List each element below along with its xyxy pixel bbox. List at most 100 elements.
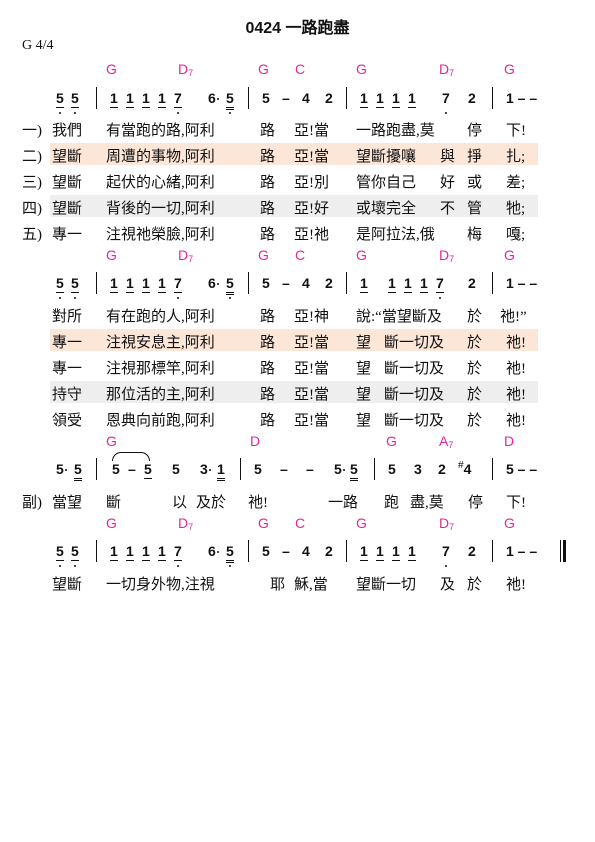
chord: G bbox=[258, 247, 269, 263]
chord: A7 bbox=[439, 433, 454, 450]
lyric-segment: 望斷 bbox=[52, 149, 83, 165]
barline bbox=[374, 458, 375, 480]
chord: C bbox=[295, 61, 306, 77]
chord: G bbox=[356, 61, 367, 77]
lyric-segment: 牠; bbox=[506, 201, 526, 217]
chord: G bbox=[258, 515, 269, 531]
chord: C bbox=[295, 247, 306, 263]
barline bbox=[96, 87, 97, 109]
chord: G bbox=[106, 515, 117, 531]
lyric-segment: 停 bbox=[467, 123, 483, 139]
lyric-segment: 領受 bbox=[52, 413, 83, 429]
note: 5 bbox=[74, 460, 82, 481]
lyric-line-verse-1: 一) 我們 有當跑的路,阿利 路 亞!當 一路跑盡,莫 停 下! bbox=[0, 119, 595, 141]
lyric-segment: 嘎; bbox=[506, 227, 526, 243]
chord: G bbox=[106, 247, 117, 263]
note: 1 – – bbox=[506, 543, 538, 559]
note: 1 bbox=[420, 275, 428, 293]
lyric-segment: 路 bbox=[260, 227, 276, 243]
verse-label: 一) bbox=[22, 123, 42, 139]
note: 1 bbox=[126, 543, 134, 561]
chord: D bbox=[250, 433, 261, 449]
lyric-segment: 亞!當 bbox=[294, 149, 329, 165]
note: 1 – – bbox=[506, 275, 538, 291]
barline bbox=[96, 540, 97, 562]
lyric-segment: 祂! bbox=[506, 577, 526, 593]
note: 5 bbox=[226, 89, 234, 114]
note: 7 bbox=[442, 90, 450, 114]
lyric-segment: 望斷 bbox=[52, 577, 83, 593]
chord: D7 bbox=[178, 247, 194, 264]
lyric-segment: 路 bbox=[260, 309, 276, 325]
note: – bbox=[280, 461, 288, 477]
lyric-segment: 路 bbox=[260, 123, 276, 139]
note: 5 bbox=[262, 275, 270, 291]
lyric-segment: 於 bbox=[467, 335, 483, 351]
lyric-segment: 祂! bbox=[506, 335, 526, 351]
lyric-segment: 亞!當 bbox=[294, 123, 329, 139]
lyric-segment: 亞!別 bbox=[294, 175, 329, 191]
note: 5 bbox=[71, 275, 79, 299]
lyric-segment: 有當跑的路,阿利 bbox=[106, 123, 215, 139]
lyric-segment: 亞!神 bbox=[294, 309, 329, 325]
lyric-segment: 當望 bbox=[52, 495, 83, 511]
lyric-segment: 亞!當 bbox=[294, 387, 329, 403]
barline bbox=[492, 540, 493, 562]
lyric-segment: 專一 bbox=[52, 227, 83, 243]
lyric-segment: 望斷一切 bbox=[356, 577, 417, 593]
lyric-segment: 梅 bbox=[467, 227, 483, 243]
lyric-segment: 不 bbox=[440, 201, 456, 217]
note: 7 bbox=[174, 275, 182, 299]
lyric-line-refrain-2: 專一 注視安息主,阿利 路 亞!當 望 斷一切及 於 祂! bbox=[0, 329, 595, 353]
lyric-segment: 跑 bbox=[384, 495, 400, 511]
lyric-segment: 說:“當望斷及 bbox=[356, 309, 442, 325]
note: 1 bbox=[158, 275, 166, 293]
note: – bbox=[306, 461, 314, 477]
verse-label: 五) bbox=[22, 227, 42, 243]
note: 3 bbox=[200, 461, 211, 477]
lyric-line-verse-5: 五) 專一 注視祂榮臉,阿利 路 亞!祂 是阿拉法,俄 梅 嘎; bbox=[0, 223, 595, 245]
lyric-segment: 我們 bbox=[52, 123, 83, 139]
note: 1 bbox=[126, 90, 134, 108]
lyric-segment: 祂! bbox=[248, 495, 268, 511]
lyric-segment: 持守 bbox=[52, 387, 83, 403]
lyric-segment: 亞!當 bbox=[294, 361, 329, 377]
chord: D7 bbox=[439, 61, 455, 78]
lyric-segment: 對所 bbox=[52, 309, 83, 325]
note: 5 bbox=[226, 274, 234, 299]
note: 1 bbox=[360, 275, 368, 293]
chord: G bbox=[504, 61, 515, 77]
note: 2 bbox=[468, 90, 476, 106]
note: 1 – – bbox=[506, 90, 538, 106]
note: 1 bbox=[408, 543, 416, 561]
lyric-segment: 祂!” bbox=[500, 309, 527, 325]
note: 4 bbox=[302, 275, 310, 291]
note: 1 bbox=[142, 90, 150, 108]
lyric-line-verse-2: 二) 望斷 周遭的事物,阿利 路 亞!當 望斷擾嚷 與 掙 扎; bbox=[0, 143, 595, 167]
lyric-segment: 一路 bbox=[328, 495, 359, 511]
note: #4 bbox=[458, 460, 472, 477]
lyric-segment: 亞!當 bbox=[294, 413, 329, 429]
chord: D7 bbox=[178, 515, 194, 532]
lyric-segment: 差; bbox=[506, 175, 526, 191]
lyric-segment: 於 bbox=[467, 577, 483, 593]
lyric-segment: 亞!祂 bbox=[294, 227, 329, 243]
lyric-segment: 斷 bbox=[106, 495, 122, 511]
note: 1 bbox=[404, 275, 412, 293]
note: 6 bbox=[208, 543, 219, 559]
lyric-segment: 停 bbox=[468, 495, 484, 511]
chord: C bbox=[295, 515, 306, 531]
chord: D bbox=[504, 433, 515, 449]
note: 1 bbox=[110, 90, 118, 108]
lyric-line-verse-4: 四) 望斷 背後的一切,阿利 路 亞!好 或壞完全 不 管 牠; bbox=[0, 195, 595, 219]
lyric-segment: 以 bbox=[172, 495, 188, 511]
barline bbox=[346, 87, 347, 109]
song-title: 0424 一路跑盡 bbox=[245, 20, 350, 37]
note: 7 bbox=[442, 543, 450, 567]
note: 5 bbox=[388, 461, 396, 477]
lyric-segment: 專一 bbox=[52, 335, 83, 351]
note: 5 bbox=[112, 461, 120, 477]
lyric-segment: 那位活的主,阿利 bbox=[106, 387, 215, 403]
lyric-segment: 耶 bbox=[270, 577, 286, 593]
note: 2 bbox=[468, 543, 476, 559]
